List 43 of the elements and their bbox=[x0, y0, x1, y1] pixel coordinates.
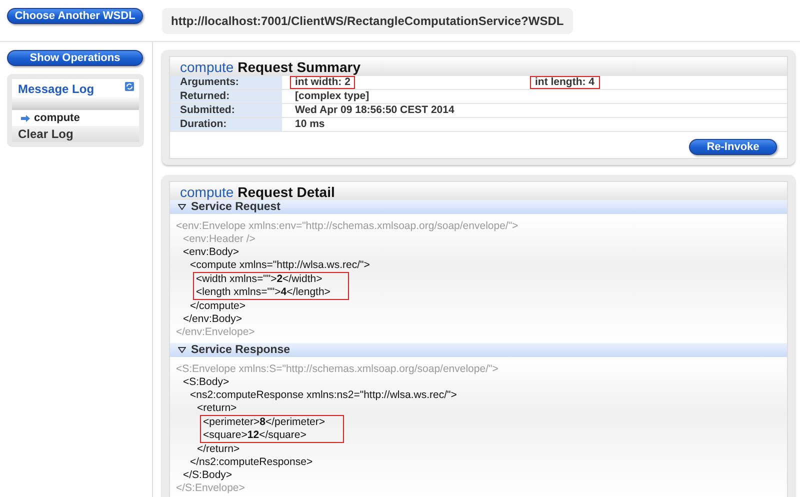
summary-value: int length: 4 bbox=[530, 76, 600, 89]
log-entry[interactable]: compute bbox=[12, 110, 139, 126]
xml-line: </ns2:computeResponse> bbox=[190, 456, 313, 469]
refresh-icon[interactable] bbox=[125, 82, 134, 91]
summary-label: Duration: bbox=[170, 118, 282, 131]
summary-value: [complex type] bbox=[294, 90, 370, 103]
xml-line: <return> bbox=[197, 402, 237, 415]
xml-line: <length xmlns="">4</length> bbox=[196, 286, 330, 299]
xml-line: <perimeter>8</perimeter> bbox=[203, 416, 325, 429]
xml-line: <S:Envelope xmlns:S="http://schemas.xmlsoap.org/soap/envelope/"> bbox=[176, 363, 498, 376]
collapse-triangle-icon bbox=[178, 204, 186, 210]
xml-line: <ns2:computeResponse xmlns:ns2="http://wlsa.ws.rec/"> bbox=[190, 389, 457, 402]
xml-line: </return> bbox=[197, 443, 240, 456]
arrow-icon bbox=[21, 114, 30, 122]
summary-label: Returned: bbox=[170, 90, 282, 103]
summary-label: Arguments: bbox=[170, 76, 282, 89]
wsdl-url: http://localhost:7001/ClientWS/RectangleComputationService?WSDL bbox=[162, 8, 573, 34]
xml-line: </S:Body> bbox=[183, 469, 232, 482]
clear-log-link[interactable]: Clear Log bbox=[12, 126, 139, 142]
xml-line: <env:Header /> bbox=[183, 233, 256, 246]
xml-line: <square>12</square> bbox=[203, 429, 306, 442]
xml-line: <S:Body> bbox=[183, 376, 230, 389]
xml-line: </S:Envelope> bbox=[176, 482, 245, 495]
xml-line: </env:Envelope> bbox=[176, 326, 255, 339]
xml-line: </env:Body> bbox=[183, 313, 242, 326]
summary-label: Submitted: bbox=[170, 104, 282, 117]
xml-line: <width xmlns="">2</width> bbox=[196, 273, 322, 286]
xml-line: <env:Envelope xmlns:env="http://schemas.xmlsoap.org/soap/envelope/"> bbox=[176, 220, 518, 233]
detail-title: compute Request Detail bbox=[170, 182, 787, 200]
choose-wsdl-button[interactable]: Choose Another WSDL bbox=[7, 8, 143, 24]
reinvoke-button[interactable]: Re-Invoke bbox=[689, 139, 777, 155]
summary-value: Wed Apr 09 18:56:50 CEST 2014 bbox=[294, 104, 456, 117]
show-operations-button[interactable]: Show Operations bbox=[7, 50, 143, 66]
xml-line: <compute xmlns="http://wlsa.ws.rec/"> bbox=[190, 259, 370, 272]
summary-value: int width: 2 bbox=[290, 76, 356, 89]
summary-value: 10 ms bbox=[294, 118, 326, 131]
xml-line: </compute> bbox=[190, 300, 246, 313]
section-header[interactable]: Service Request bbox=[170, 200, 787, 214]
message-log-title: Message Log bbox=[18, 82, 94, 96]
summary-title: compute Request Summary bbox=[170, 57, 787, 75]
xml-line: <env:Body> bbox=[183, 246, 240, 259]
section-header[interactable]: Service Response bbox=[170, 343, 787, 357]
collapse-triangle-icon bbox=[178, 347, 186, 353]
